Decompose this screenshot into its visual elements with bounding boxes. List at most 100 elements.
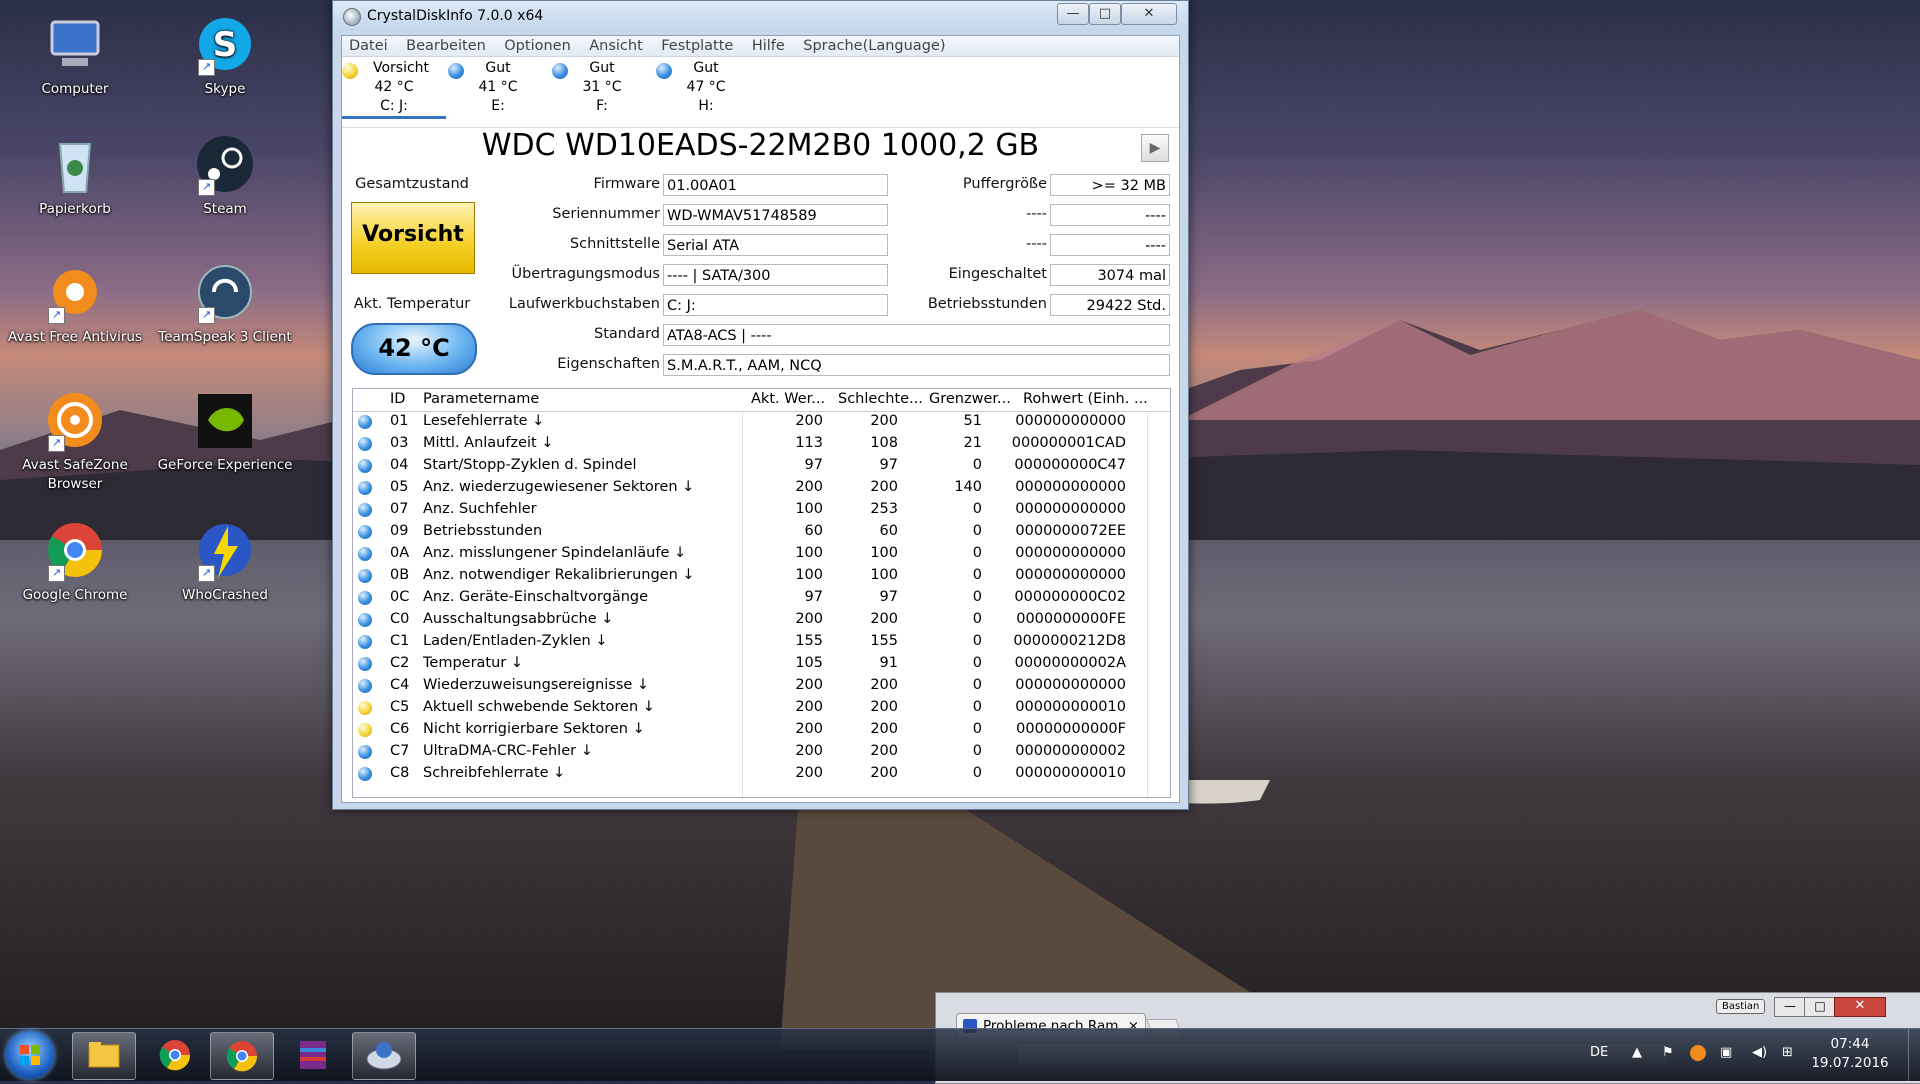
cell-name: Laden/Entladen-Zyklen ↓: [423, 633, 608, 649]
cell-worst: 97: [879, 457, 898, 473]
taskbar-winrar-button[interactable]: [282, 1032, 344, 1078]
desktop-icon-whocrashed[interactable]: ↗ WhoCrashed: [150, 520, 300, 605]
table-row[interactable]: C2 Temperatur ↓ 105 91 0 00000000002A: [353, 653, 1170, 675]
desktop-icon-computer[interactable]: Computer: [0, 14, 150, 99]
menu-hilfe[interactable]: Hilfe: [745, 36, 792, 56]
taskbar-chrome-button[interactable]: [144, 1032, 206, 1078]
next-disk-button[interactable]: ▶: [1141, 134, 1169, 162]
column-header-threshold[interactable]: Grenzwer...: [929, 391, 1011, 407]
taskbar-explorer-button[interactable]: [72, 1032, 136, 1080]
desktop-icon-teamspeak[interactable]: ↗ TeamSpeak 3 Client: [150, 262, 300, 347]
table-row[interactable]: 09 Betriebsstunden 60 60 0 0000000072EE: [353, 521, 1170, 543]
menu-bearbeiten[interactable]: Bearbeiten: [399, 36, 493, 56]
browser-minimize-button[interactable]: —: [1774, 997, 1806, 1017]
desktop-icon-safezone[interactable]: ↗ Avast SafeZone Browser: [0, 390, 150, 494]
desktop-icon-label: TeamSpeak 3 Client: [158, 329, 292, 345]
desktop-icon-skype[interactable]: S ↗ Skype: [150, 14, 300, 99]
features-field: S.M.A.R.T., AAM, NCQ: [663, 354, 1170, 376]
attribute-status-icon: [358, 635, 372, 649]
attribute-status-icon: [358, 525, 372, 539]
cell-current: 105: [795, 655, 823, 671]
menu-festplatte[interactable]: Festplatte: [654, 36, 740, 56]
cell-raw: 000000000000: [1015, 545, 1126, 561]
table-row[interactable]: C6 Nicht korrigierbare Sektoren ↓ 200 200 0 0…: [353, 719, 1170, 741]
browser-close-button[interactable]: ✕: [1834, 997, 1886, 1017]
cell-raw: 000000000000: [1015, 479, 1126, 495]
column-header-worst[interactable]: Schlechte...: [838, 391, 923, 407]
cell-worst: 200: [870, 743, 898, 759]
cell-name: Lesefehlerrate ↓: [423, 413, 545, 429]
disk-tab-e[interactable]: Gut 41 °C E:: [446, 59, 550, 116]
clock-date: 19.07.2016: [1811, 1055, 1889, 1071]
system-clock[interactable]: 07:44 19.07.2016: [1810, 1035, 1890, 1073]
disk-tab-h[interactable]: Gut 47 °C H:: [654, 59, 758, 116]
avast-tray-icon[interactable]: [1690, 1045, 1706, 1061]
disk-tab-f[interactable]: Gut 31 °C F:: [550, 59, 654, 116]
menu-sprache[interactable]: Sprache(Language): [796, 36, 952, 56]
cell-raw: 000000000000: [1015, 677, 1126, 693]
cell-id: 09: [390, 523, 409, 539]
table-row[interactable]: C7 UltraDMA-CRC-Fehler ↓ 200 200 0 0000000000…: [353, 741, 1170, 763]
title-bar[interactable]: CrystalDiskInfo 7.0.0 x64 — □ ✕: [333, 1, 1188, 31]
start-button[interactable]: [6, 1031, 54, 1079]
browser-profile-badge[interactable]: Bastian: [1716, 999, 1766, 1014]
cell-worst: 200: [870, 677, 898, 693]
maximize-button[interactable]: □: [1089, 3, 1121, 25]
column-header-id[interactable]: ID: [390, 391, 405, 407]
cell-threshold: 21: [963, 435, 982, 451]
cell-current: 155: [795, 633, 823, 649]
table-row[interactable]: C8 Schreibfehlerrate ↓ 200 200 0 000000000010: [353, 763, 1170, 785]
cell-id: 0A: [390, 545, 410, 561]
language-indicator[interactable]: DE: [1590, 1045, 1608, 1060]
taskbar-chrome-active-button[interactable]: [210, 1032, 274, 1080]
menu-bar: Datei Bearbeiten Optionen Ansicht Festpl…: [342, 36, 1179, 57]
minimize-button[interactable]: —: [1057, 3, 1089, 25]
cell-threshold: 0: [972, 765, 982, 781]
action-center-flag-icon[interactable]: ⚑: [1662, 1045, 1674, 1060]
menu-ansicht[interactable]: Ansicht: [582, 36, 650, 56]
column-header-name[interactable]: Parametername: [423, 391, 539, 407]
desktop-icon-steam[interactable]: ↗ Steam: [150, 134, 300, 219]
disk-tab-c[interactable]: Vorsicht 42 °C C: J:: [342, 59, 446, 119]
table-row[interactable]: 07 Anz. Suchfehler 100 253 0 000000000000: [353, 499, 1170, 521]
menu-optionen[interactable]: Optionen: [497, 36, 578, 56]
menu-datei[interactable]: Datei: [342, 36, 395, 56]
desktop-icon-avast[interactable]: ↗ Avast Free Antivirus: [0, 262, 150, 347]
close-button[interactable]: ✕: [1121, 3, 1177, 25]
browser-maximize-button[interactable]: □: [1804, 997, 1836, 1017]
health-status-badge[interactable]: Vorsicht: [351, 202, 475, 274]
table-row[interactable]: 0B Anz. notwendiger Rekalibrierungen ↓ 100…: [353, 565, 1170, 587]
cell-worst: 108: [870, 435, 898, 451]
cell-raw: 00000000002A: [1014, 655, 1126, 671]
show-hidden-icons-icon[interactable]: ▲: [1632, 1045, 1642, 1060]
disk-drive: F:: [596, 98, 608, 114]
table-row[interactable]: 0C Anz. Geräte-Einschaltvorgänge 97 97 0 0000…: [353, 587, 1170, 609]
taskbar-crystaldiskinfo-button[interactable]: [352, 1032, 416, 1080]
crystaldiskinfo-window: CrystalDiskInfo 7.0.0 x64 — □ ✕ Datei Be…: [332, 0, 1189, 810]
show-desktop-button[interactable]: [1908, 1029, 1920, 1081]
table-row[interactable]: 03 Mittl. Anlaufzeit ↓ 113 108 21 000000001CA…: [353, 433, 1170, 455]
table-row[interactable]: 0A Anz. misslungener Spindelanläufe ↓ 100 1…: [353, 543, 1170, 565]
table-row[interactable]: C0 Ausschaltungsabbrüche ↓ 200 200 0 00000000…: [353, 609, 1170, 631]
windows-flag-tray-icon[interactable]: ⊞: [1782, 1045, 1793, 1060]
cell-id: 05: [390, 479, 409, 495]
cell-id: C0: [390, 611, 410, 627]
table-row[interactable]: C4 Wiederzuweisungsereignisse ↓ 200 200 0 000…: [353, 675, 1170, 697]
table-row[interactable]: C1 Laden/Entladen-Zyklen ↓ 155 155 0 00000002…: [353, 631, 1170, 653]
table-row[interactable]: 01 Lesefehlerrate ↓ 200 200 51 000000000000: [353, 411, 1170, 433]
desktop-icon-papierkorb[interactable]: Papierkorb: [0, 134, 150, 219]
network-icon[interactable]: ▣: [1720, 1045, 1732, 1060]
cell-id: 0B: [390, 567, 410, 583]
column-header-raw[interactable]: Rohwert (Einh. ...: [1023, 391, 1148, 407]
table-row[interactable]: 05 Anz. wiederzugewiesener Sektoren ↓ 200 2…: [353, 477, 1170, 499]
desktop-icon-chrome[interactable]: ↗ Google Chrome: [0, 520, 150, 605]
table-row[interactable]: 04 Start/Stopp-Zyklen d. Spindel 97 97 0 0000…: [353, 455, 1170, 477]
winrar-icon: [300, 1041, 326, 1069]
attribute-status-icon: [358, 679, 372, 693]
desktop-icon-geforce[interactable]: GeForce Experience: [150, 390, 300, 475]
column-header-current[interactable]: Akt. Wer...: [751, 391, 825, 407]
volume-icon[interactable]: ◀): [1752, 1045, 1767, 1060]
cell-id: C4: [390, 677, 410, 693]
table-row[interactable]: C5 Aktuell schwebende Sektoren ↓ 200 200 0 00…: [353, 697, 1170, 719]
whocrashed-icon: ↗: [194, 520, 256, 582]
